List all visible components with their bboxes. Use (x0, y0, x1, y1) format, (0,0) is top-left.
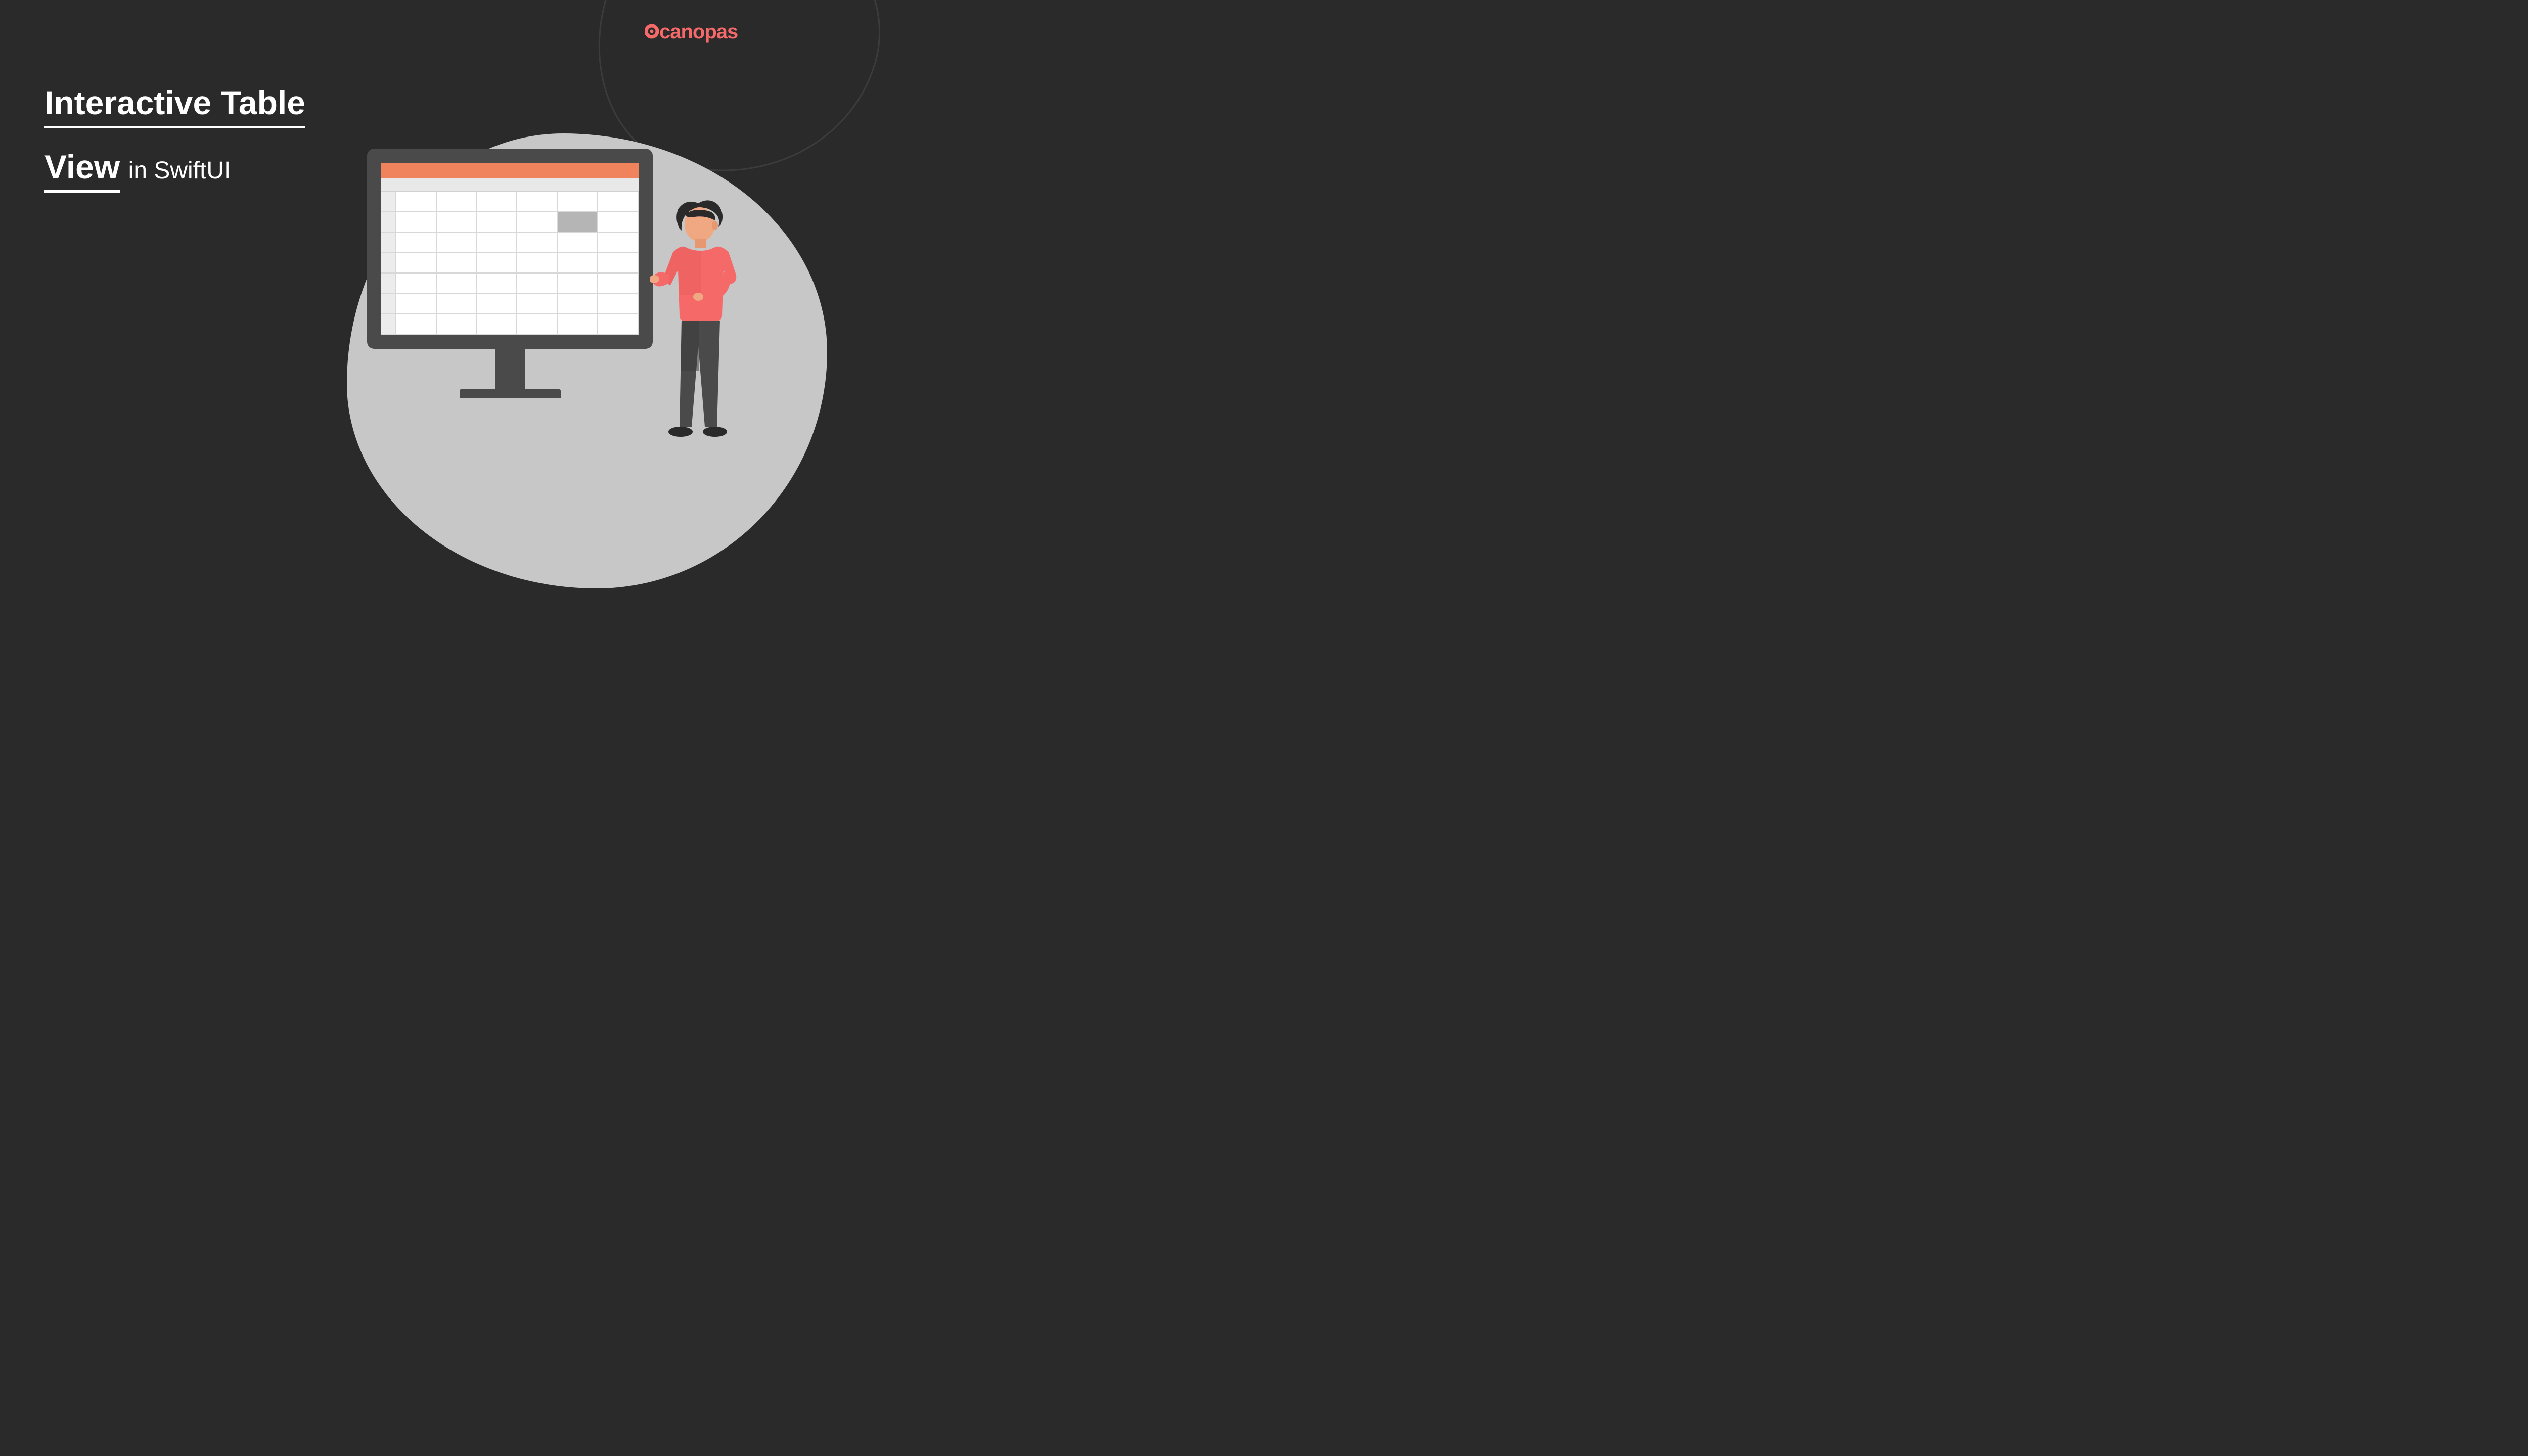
cell (598, 253, 639, 272)
row-header (381, 212, 396, 232)
cell (477, 233, 518, 252)
cell (598, 233, 639, 252)
monitor-screen (381, 163, 639, 335)
cell (437, 253, 477, 272)
cell (396, 314, 437, 334)
monitor-base (460, 389, 561, 398)
cell (558, 294, 598, 313)
window-title-bar (381, 163, 639, 178)
monitor-frame (367, 149, 653, 349)
cell (477, 294, 518, 313)
sheet-row (381, 253, 639, 274)
person-illustration (650, 194, 751, 437)
cell (598, 212, 639, 232)
title-line-1: Interactive Table (44, 83, 305, 128)
canopas-logo-icon: canopas (645, 19, 746, 43)
cell (517, 274, 558, 293)
cell (437, 294, 477, 313)
cell (558, 233, 598, 252)
person-icon (650, 194, 751, 437)
row-header (381, 314, 396, 334)
sheet-row (381, 274, 639, 294)
cell (477, 274, 518, 293)
cell (517, 233, 558, 252)
cell (396, 192, 437, 211)
cell (437, 212, 477, 232)
cell (517, 212, 558, 232)
cell (437, 233, 477, 252)
cell (396, 274, 437, 293)
cell (558, 274, 598, 293)
title-line-2-plain: in SwiftUI (128, 157, 231, 184)
cell (517, 192, 558, 211)
cell (477, 314, 518, 334)
sheet-row (381, 212, 639, 233)
cell (558, 253, 598, 272)
cell (477, 212, 518, 232)
brand-logo: canopas (645, 19, 746, 43)
cell (558, 314, 598, 334)
row-header (381, 294, 396, 313)
spreadsheet-header (381, 178, 639, 192)
cell (437, 314, 477, 334)
cell (477, 192, 518, 211)
cell (396, 253, 437, 272)
cell (437, 192, 477, 211)
row-header (381, 233, 396, 252)
row-header (381, 253, 396, 272)
spreadsheet-body (381, 192, 639, 335)
cell (517, 314, 558, 334)
cell (598, 192, 639, 211)
sheet-row (381, 233, 639, 253)
cell (558, 192, 598, 211)
svg-text:canopas: canopas (659, 21, 738, 43)
cell (517, 294, 558, 313)
sheet-row (381, 192, 639, 212)
cell-selected (558, 212, 598, 232)
row-header (381, 274, 396, 293)
hero-illustration (367, 149, 751, 437)
sheet-row (381, 314, 639, 335)
cell (396, 212, 437, 232)
cell (598, 274, 639, 293)
sheet-row (381, 294, 639, 314)
cell (598, 294, 639, 313)
cell (517, 253, 558, 272)
row-header (381, 192, 396, 211)
title-line-2-underlined: View (44, 148, 120, 193)
cell (598, 314, 639, 334)
monitor-illustration (367, 149, 653, 398)
cell (477, 253, 518, 272)
cell (396, 233, 437, 252)
monitor-stand (495, 349, 525, 389)
cell (437, 274, 477, 293)
hero-title: Interactive Table View in SwiftUI (44, 83, 305, 193)
cell (396, 294, 437, 313)
